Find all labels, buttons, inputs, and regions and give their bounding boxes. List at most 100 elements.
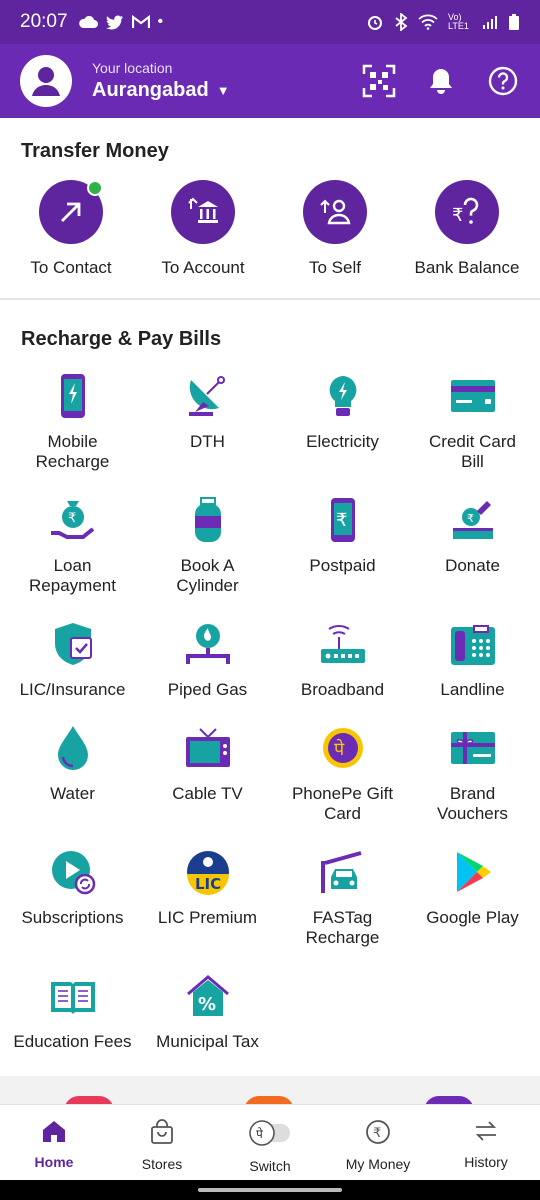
- svg-text:₹: ₹: [452, 205, 463, 226]
- electricity-item[interactable]: Electricity: [275, 370, 410, 452]
- google-play-icon: [456, 852, 491, 892]
- dth-label: DTH: [190, 432, 225, 451]
- mobile-recharge-item[interactable]: Mobile Recharge: [5, 370, 140, 472]
- municipal-tax-item[interactable]: % Municipal Tax: [140, 970, 275, 1052]
- satellite-dish-icon: [188, 376, 225, 416]
- lic-icon: LIC: [186, 851, 229, 895]
- credit-card-bill-item[interactable]: Credit Card Bill: [405, 370, 540, 472]
- house-percent-icon: %: [186, 975, 229, 1016]
- water-label: Water: [50, 784, 95, 803]
- cylinder-icon: [194, 497, 221, 542]
- recharge-section: Recharge & Pay Bills: [0, 328, 540, 351]
- postpaid-item[interactable]: ₹ Postpaid: [275, 494, 410, 576]
- postpaid-label: Postpaid: [309, 556, 376, 575]
- rupee-question-icon: ₹: [452, 197, 479, 226]
- help-button[interactable]: [486, 64, 520, 98]
- online-dot: [87, 180, 103, 196]
- gift-card-item[interactable]: पे PhonePe Gift Card: [275, 722, 410, 824]
- svg-text:₹: ₹: [373, 1126, 381, 1141]
- caret-down-icon: ▼: [216, 83, 230, 98]
- twitter-icon: [105, 15, 123, 29]
- status-bar: 20:07 • Vo) LTE1: [0, 0, 540, 44]
- fastag-car-icon: [320, 851, 362, 893]
- arrow-up-right-icon: [61, 202, 81, 222]
- location-selector[interactable]: Your location Aurangabad ▼: [92, 60, 230, 102]
- brand-vouchers-item[interactable]: Brand Vouchers: [405, 722, 540, 824]
- notifications-button[interactable]: [424, 64, 458, 98]
- status-time: 20:07: [20, 11, 68, 32]
- svg-text:₹: ₹: [68, 511, 76, 526]
- nav-my-money[interactable]: ₹ My Money: [324, 1105, 432, 1180]
- bulb-icon: [329, 376, 356, 416]
- signal-icon: [483, 16, 497, 29]
- nav-home-label: Home: [34, 1154, 74, 1170]
- mobile-recharge-label: Mobile Recharge: [35, 432, 110, 471]
- loan-repayment-item[interactable]: ₹ Loan Repayment: [5, 494, 140, 596]
- landline-icon: [450, 625, 495, 665]
- water-item[interactable]: Water: [5, 722, 140, 804]
- piped-gas-item[interactable]: Piped Gas: [140, 618, 275, 700]
- gesture-handle[interactable]: [198, 1188, 342, 1192]
- nav-history[interactable]: History: [432, 1105, 540, 1180]
- switch-toggle-icon: पे: [249, 1120, 290, 1146]
- section-divider: [0, 298, 540, 300]
- alarm-icon: [368, 16, 382, 30]
- help-icon: [488, 66, 518, 96]
- landline-item[interactable]: Landline: [405, 618, 540, 700]
- gmail-icon: [131, 15, 150, 28]
- location-city: Aurangabad: [92, 79, 209, 101]
- to-account-button[interactable]: To Account: [137, 180, 269, 278]
- nav-stores-label: Stores: [141, 1156, 183, 1172]
- app-header: Your location Aurangabad ▼: [0, 44, 540, 118]
- piped-gas-label: Piped Gas: [167, 680, 248, 699]
- nav-switch[interactable]: पे Switch: [216, 1105, 324, 1180]
- dth-item[interactable]: DTH: [140, 370, 275, 452]
- subscriptions-label: Subscriptions: [21, 908, 124, 927]
- lic-insurance-item[interactable]: LIC/Insurance: [5, 618, 140, 700]
- postpaid-icon: ₹: [330, 498, 355, 542]
- bluetooth-icon: [395, 13, 408, 31]
- cable-tv-item[interactable]: Cable TV: [140, 722, 275, 804]
- lic-premium-item[interactable]: LIC LIC Premium: [140, 846, 275, 928]
- bank-balance-button[interactable]: ₹ Bank Balance: [401, 180, 533, 278]
- dot-icon: •: [157, 13, 164, 30]
- book-cylinder-label: Book A Cylinder: [176, 556, 239, 595]
- to-self-label: To Self: [309, 258, 361, 277]
- gift-card-icon: पे: [322, 728, 363, 768]
- landline-label: Landline: [440, 680, 505, 699]
- to-self-button[interactable]: To Self: [269, 180, 401, 278]
- history-arrows-icon: [475, 1121, 497, 1141]
- transfer-title: Transfer Money: [21, 140, 169, 162]
- next-section-preview: [0, 1076, 540, 1104]
- shield-icon: [54, 623, 92, 665]
- google-play-item[interactable]: Google Play: [405, 846, 540, 928]
- book-cylinder-item[interactable]: Book A Cylinder: [140, 494, 275, 596]
- subscriptions-item[interactable]: Subscriptions: [5, 846, 140, 928]
- transfer-row: To Contact To Account To Self ₹ Bank Bal…: [0, 180, 540, 278]
- voucher-icon: [450, 732, 495, 764]
- user-icon: [32, 67, 60, 96]
- credit-card-bill-label: Credit Card Bill: [429, 432, 516, 471]
- qr-scan-button[interactable]: [362, 64, 396, 98]
- donate-item[interactable]: ₹ Donate: [405, 494, 540, 576]
- nav-home[interactable]: Home: [0, 1105, 108, 1180]
- svg-text:%: %: [198, 994, 216, 1015]
- nav-history-label: History: [464, 1154, 508, 1170]
- loan-icon: ₹: [50, 501, 94, 539]
- nav-my-money-label: My Money: [345, 1156, 411, 1172]
- education-fees-item[interactable]: Education Fees: [5, 970, 140, 1052]
- transfer-section: Transfer Money: [0, 140, 540, 163]
- bank-icon: [188, 197, 218, 223]
- network-label: Vo) LTE1: [448, 12, 469, 31]
- cable-tv-label: Cable TV: [172, 784, 243, 803]
- broadband-item[interactable]: Broadband: [275, 618, 410, 700]
- avatar[interactable]: [20, 55, 72, 107]
- to-contact-label: To Contact: [30, 258, 112, 277]
- svg-text:पे: पे: [256, 1127, 263, 1141]
- loan-repayment-label: Loan Repayment: [29, 556, 116, 595]
- fastag-item[interactable]: FASTag Recharge: [275, 846, 410, 948]
- router-icon: [320, 624, 365, 663]
- to-contact-button[interactable]: To Contact: [5, 180, 137, 278]
- nav-stores[interactable]: Stores: [108, 1105, 216, 1180]
- battery-icon: [509, 14, 519, 30]
